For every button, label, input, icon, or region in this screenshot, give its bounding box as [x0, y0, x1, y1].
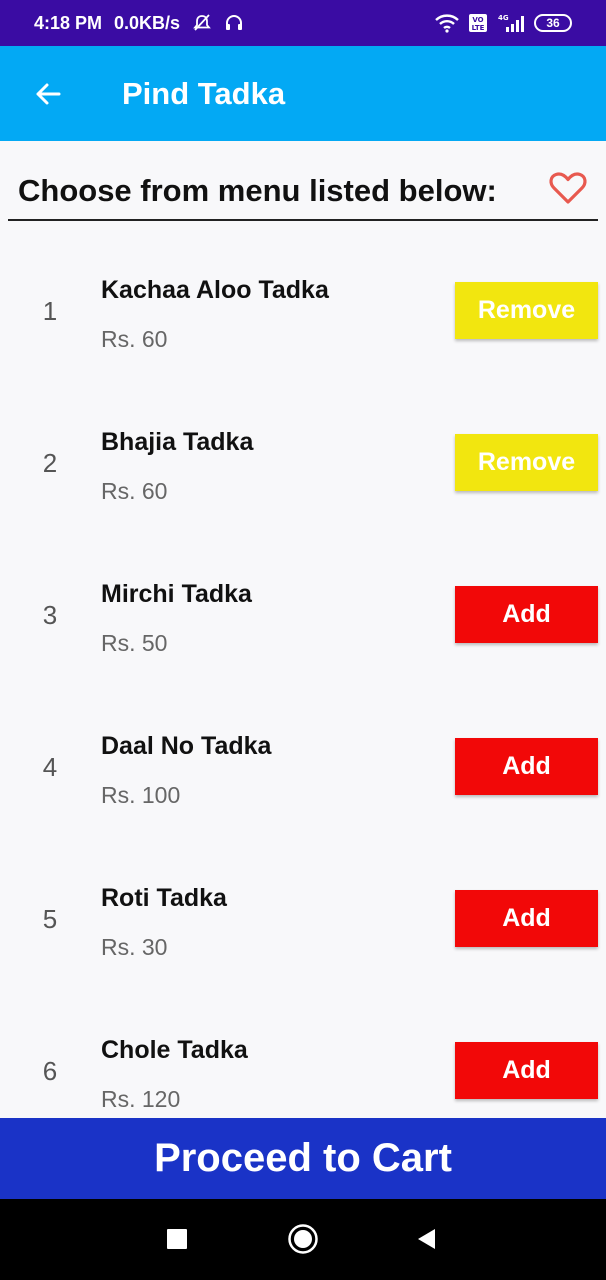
add-button[interactable]: Add	[455, 1042, 598, 1099]
proceed-to-cart-button[interactable]: Proceed to Cart	[0, 1118, 606, 1199]
status-bar: 4:18 PM 0.0KB/s VO LTE 4G 36	[0, 0, 606, 46]
list-item: 2 Bhajia Tadka Rs. 60 Remove	[0, 382, 606, 534]
item-price: Rs. 60	[101, 478, 168, 504]
item-price: Rs. 50	[101, 630, 168, 656]
item-index: 2	[42, 448, 58, 478]
remove-button[interactable]: Remove	[455, 434, 598, 491]
menu-header: Choose from menu listed below:	[8, 162, 598, 221]
svg-text:VO: VO	[472, 16, 483, 24]
add-button[interactable]: Add	[455, 890, 598, 947]
headset-icon	[224, 13, 244, 33]
list-item: 4 Daal No Tadka Rs. 100 Add	[0, 686, 606, 838]
home-button[interactable]	[283, 1219, 323, 1259]
battery-icon: 36	[534, 14, 572, 32]
back-triangle-icon	[418, 1229, 435, 1249]
app-bar: Pind Tadka	[0, 46, 606, 141]
item-price: Rs. 60	[101, 326, 168, 352]
item-name: Daal No Tadka	[101, 732, 272, 760]
item-index: 3	[42, 600, 58, 630]
list-item: 5 Roti Tadka Rs. 30 Add	[0, 838, 606, 990]
status-network-speed: 0.0KB/s	[114, 12, 181, 33]
item-name: Bhajia Tadka	[101, 428, 254, 456]
item-index: 6	[42, 1056, 58, 1086]
add-button[interactable]: Add	[455, 586, 598, 643]
menu-list: 1 Kachaa Aloo Tadka Rs. 60 Remove 2 Bhaj…	[0, 230, 606, 1118]
recents-button[interactable]	[157, 1219, 197, 1259]
menu-header-text: Choose from menu listed below:	[18, 172, 497, 208]
back-nav-button[interactable]	[406, 1219, 446, 1259]
favorite-button[interactable]	[548, 168, 588, 208]
arrow-left-icon	[36, 83, 60, 104]
item-name: Roti Tadka	[101, 884, 227, 912]
svg-text:LTE: LTE	[472, 24, 485, 32]
wifi-icon	[434, 13, 460, 33]
signal-4g-icon: 4G	[496, 13, 526, 33]
list-item: 6 Chole Tadka Rs. 120 Add	[0, 990, 606, 1118]
back-button[interactable]	[0, 46, 95, 141]
item-index: 1	[42, 296, 58, 326]
list-item: 3 Mirchi Tadka Rs. 50 Add	[0, 534, 606, 686]
status-time: 4:18 PM	[34, 12, 103, 33]
heart-outline-icon	[549, 172, 587, 204]
item-index: 4	[42, 752, 58, 782]
item-price: Rs. 30	[101, 934, 168, 960]
item-name: Chole Tadka	[101, 1036, 248, 1064]
remove-button[interactable]: Remove	[455, 282, 598, 339]
item-index: 5	[42, 904, 58, 934]
app-title: Pind Tadka	[122, 75, 286, 111]
add-button[interactable]: Add	[455, 738, 598, 795]
list-item: 1 Kachaa Aloo Tadka Rs. 60 Remove	[0, 230, 606, 382]
volte-icon: VO LTE	[468, 13, 488, 33]
battery-level: 36	[546, 16, 560, 30]
mute-icon	[192, 13, 212, 33]
item-name: Mirchi Tadka	[101, 580, 252, 608]
item-price: Rs. 120	[101, 1086, 181, 1112]
navigation-bar	[0, 1199, 606, 1280]
recents-square-icon	[167, 1229, 187, 1249]
item-price: Rs. 100	[101, 782, 181, 808]
item-name: Kachaa Aloo Tadka	[101, 276, 329, 304]
svg-text:4G: 4G	[498, 14, 509, 22]
home-circle-icon	[288, 1224, 318, 1254]
